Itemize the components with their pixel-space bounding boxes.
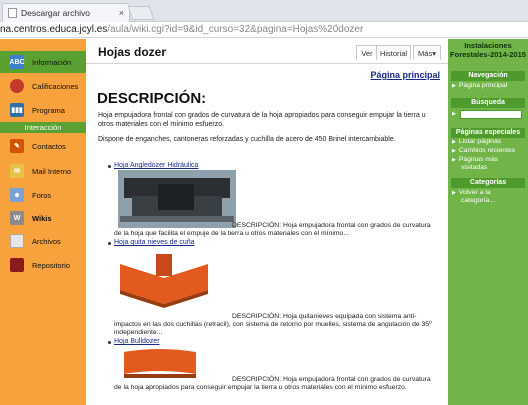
browser-tab[interactable]: Descargar archivo × xyxy=(2,3,130,22)
tab-mas[interactable]: Más▾ xyxy=(413,45,441,60)
angledozer-image xyxy=(118,170,236,228)
sidebar-item-label: Foros xyxy=(32,190,52,200)
snowplow-image xyxy=(116,248,212,308)
mail-icon: ✉ xyxy=(10,164,24,178)
sidebar-section-interaccion: Interacción xyxy=(0,122,86,133)
category-link[interactable]: ▶ Volver a la xyxy=(452,189,491,197)
site-title-line: Forestales-2014-2015 xyxy=(450,49,526,59)
page-title: Hojas dozer xyxy=(98,45,167,59)
arrow-icon: ▶ xyxy=(452,111,456,117)
arrow-icon: ▶ xyxy=(452,139,456,145)
special-link-label: Listar páginas xyxy=(458,138,502,145)
item-link-angledozer[interactable]: Hoja Angledozer Hidráulica xyxy=(114,162,198,169)
sidebar-item-label: Información xyxy=(32,57,72,67)
item-description: DESCRIPCIÓN: Hoja quitanieves equipada c… xyxy=(114,313,432,336)
tab-ver[interactable]: Ver xyxy=(356,45,378,60)
bullet xyxy=(108,341,111,344)
address-bar[interactable]: na.centros.educa.jcyl.es/aula/wiki.cgi?i… xyxy=(0,22,528,38)
arrow-icon: ▶ xyxy=(452,148,456,154)
description-paragraph: Hoja empujadora frontal con grados de cu… xyxy=(98,112,426,128)
tab-historial[interactable]: Historial xyxy=(376,45,411,60)
search-heading: Búsqueda xyxy=(451,98,525,108)
url-host: na.centros.educa.jcyl.es xyxy=(0,24,108,35)
bullet xyxy=(108,165,111,168)
arrow-icon: ▶ xyxy=(452,83,456,89)
sidebar-item-label: Mail Interno xyxy=(32,166,72,176)
navigation-heading: Navegación xyxy=(451,71,525,81)
special-link-visitadas[interactable]: visitadas xyxy=(461,164,487,172)
nav-link-main[interactable]: ▶ Página principal xyxy=(452,82,507,90)
sidebar-item-foros[interactable]: ☻ Foros xyxy=(0,184,86,206)
special-link-label: Páginas más xyxy=(458,156,499,163)
sidebar-item-label: Repositorio xyxy=(32,260,70,270)
sidebar-section-label: Interacción xyxy=(24,123,62,132)
special-link-listar[interactable]: ▶ Listar páginas xyxy=(452,138,501,146)
forum-icon: ☻ xyxy=(10,188,24,202)
sidebar-item-label: Calificaciones xyxy=(32,81,79,91)
nav-link-label: Página principal xyxy=(458,82,508,89)
sidebar-item-label: Wikis xyxy=(32,213,52,223)
category-link-cont[interactable]: categoría... xyxy=(461,197,495,205)
sidebar-item-label: Programa xyxy=(32,105,65,115)
info-icon: ABC xyxy=(9,55,25,69)
main-content: Página principal DESCRIPCIÓN: Hoja empuj… xyxy=(86,64,448,405)
sidebar-item-archivos[interactable]: Archivos xyxy=(0,230,86,252)
sidebar-item-label: Archivos xyxy=(32,236,61,246)
left-sidebar: ABC Información Calificaciones ▮▮▮ Progr… xyxy=(0,39,86,405)
tab-title: Descargar archivo xyxy=(21,8,90,18)
page-icon xyxy=(8,8,17,18)
sidebar-item-calificaciones[interactable]: Calificaciones xyxy=(0,75,86,97)
item-link-bulldozer[interactable]: Hoja Bulldozer xyxy=(114,338,160,345)
sidebar-item-repositorio[interactable]: Repositorio xyxy=(0,254,86,276)
sidebar-item-contactos[interactable]: ✎ Contactos xyxy=(0,135,86,157)
sidebar-item-wikis[interactable]: W Wikis xyxy=(0,207,86,229)
category-link-label: Volver a la xyxy=(458,189,491,196)
site-title: Instalaciones Forestales-2014-2015 xyxy=(448,39,528,59)
pencil-icon: ✎ xyxy=(10,139,24,153)
arrow-icon: ▶ xyxy=(452,157,456,163)
item-description: DESCRIPCIÓN: Hoja empujadora frontal con… xyxy=(114,222,431,237)
main-page-link[interactable]: Página principal xyxy=(370,70,440,80)
close-icon[interactable]: × xyxy=(119,8,124,18)
special-pages-heading: Páginas especiales xyxy=(451,128,525,138)
sidebar-item-informacion[interactable]: ABC Información xyxy=(0,51,86,73)
categories-heading: Categorías xyxy=(451,178,525,188)
description-heading: DESCRIPCIÓN: xyxy=(97,90,207,107)
sidebar-item-programa[interactable]: ▮▮▮ Programa xyxy=(0,99,86,121)
new-tab-button[interactable] xyxy=(127,6,155,20)
bullet xyxy=(108,242,111,245)
search-arrow: ▶ xyxy=(452,110,459,118)
item-link-quitanieves[interactable]: Hoja quita nieves de cuña xyxy=(114,239,195,246)
books-icon: ▮▮▮ xyxy=(10,103,24,117)
special-link-mas-visitadas[interactable]: ▶ Páginas más xyxy=(452,156,498,164)
search-input[interactable] xyxy=(460,110,522,119)
page-header: Hojas dozer Ver Historial Más▾ xyxy=(86,39,448,64)
description-paragraph: Dispone de enganches, cantoneras reforza… xyxy=(98,136,396,143)
url-path: /aula/wiki.cgi?id=9&id_curso=32&pagina=H… xyxy=(107,24,364,35)
sidebar-item-label: Contactos xyxy=(32,141,66,151)
right-sidebar: Instalaciones Forestales-2014-2015 Naveg… xyxy=(448,39,528,405)
wiki-icon: W xyxy=(10,211,24,225)
briefcase-icon xyxy=(10,258,24,272)
item-description: DESCRIPCIÓN: Hoja empujadora frontal con… xyxy=(114,376,431,391)
special-link-label: Cambios recientes xyxy=(458,147,516,154)
ribbon-icon xyxy=(10,79,24,93)
browser-tabbar: Descargar archivo × xyxy=(0,0,528,22)
folder-icon xyxy=(10,234,24,248)
sidebar-item-mail-interno[interactable]: ✉ Mail Interno xyxy=(0,160,86,182)
arrow-icon: ▶ xyxy=(452,190,456,196)
special-link-cambios[interactable]: ▶ Cambios recientes xyxy=(452,147,515,155)
